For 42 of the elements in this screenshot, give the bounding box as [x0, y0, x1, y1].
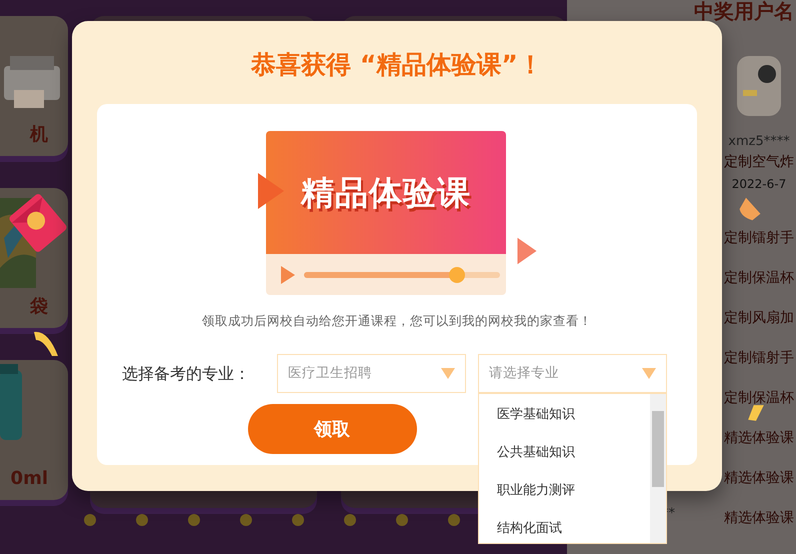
caret-icon	[441, 368, 455, 379]
play-icon	[280, 264, 296, 284]
light-bulb	[292, 514, 304, 526]
prize-name: 定制保温杯	[724, 269, 794, 288]
dialog-title: 恭喜获得 “精品体验课”！	[250, 49, 544, 81]
caret-icon	[642, 368, 656, 379]
light-bulb	[136, 514, 148, 526]
scrollbar-thumb[interactable]	[652, 411, 664, 487]
confetti-icon	[738, 196, 762, 222]
winner-name: xmz5****	[728, 133, 790, 151]
banner-title: 精品体验课	[301, 172, 471, 214]
prize-name: 精选体验课	[724, 469, 794, 488]
light-bulb	[448, 514, 460, 526]
progress-knob	[448, 266, 465, 282]
light-bulb	[344, 514, 356, 526]
prize-name: 精选体验课	[724, 509, 794, 528]
scrollbar[interactable]	[650, 394, 666, 543]
confetti-icon	[746, 404, 766, 422]
dropdown-option[interactable]: 公共基础知识	[479, 434, 650, 472]
field-label: 选择备考的专业：	[122, 362, 251, 384]
light-bulb	[84, 514, 96, 526]
select-placeholder: 请选择专业	[489, 364, 559, 384]
prize-name: 定制风扇加	[724, 309, 794, 328]
light-bulb	[396, 514, 408, 526]
dropdown-option[interactable]: 医学基础知识	[479, 396, 650, 434]
select-value: 医疗卫生招聘	[288, 364, 372, 384]
prize-name: 定制保温杯	[724, 389, 794, 408]
prize-name: 定制镭射手	[724, 229, 794, 248]
notice-text: 领取成功后网校自动给您开通课程，您可以到我的网校我的家查看！	[202, 312, 592, 330]
prize-name: 0ml	[10, 467, 49, 491]
light-bulb	[240, 514, 252, 526]
prize-name: 袋	[30, 295, 49, 319]
win-date: 2022-6-7	[732, 176, 786, 193]
dropdown-option[interactable]: 结构化面试	[479, 510, 650, 548]
dropdown-option[interactable]: 职业能力测评	[479, 472, 650, 510]
light-bulb	[188, 514, 200, 526]
play-icon	[256, 171, 286, 211]
panel-title: 中奖用户名	[694, 0, 794, 22]
prize-name: 精选体验课	[724, 429, 794, 448]
prize-name: 定制空气炸	[724, 153, 794, 172]
prize-name: 定制镭射手	[724, 349, 794, 368]
prize-name: 机	[30, 123, 49, 147]
